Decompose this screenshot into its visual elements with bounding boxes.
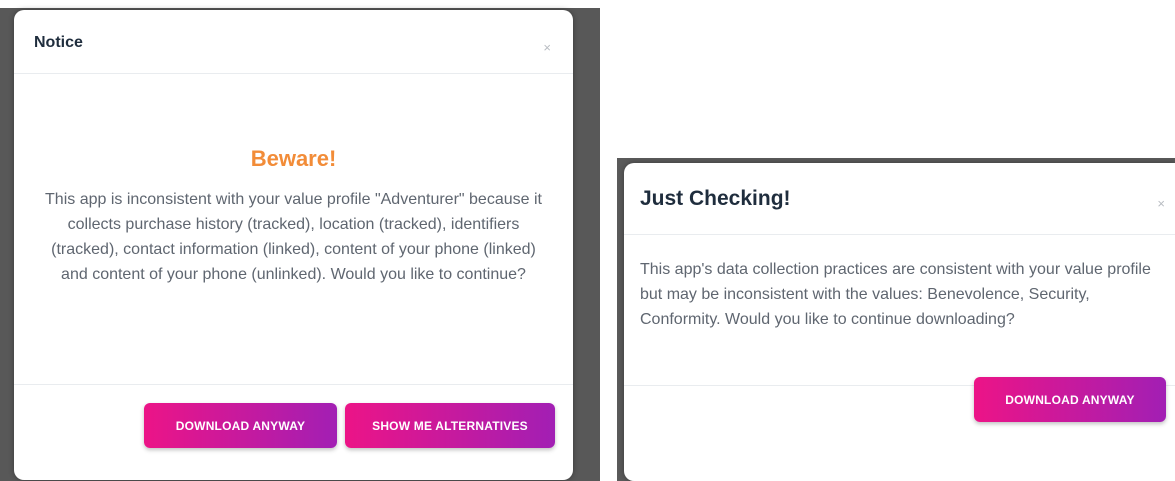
notice-dialog: Notice × Beware! This app is inconsisten… — [14, 10, 573, 480]
just-checking-dialog: Just Checking! × This app's data collect… — [624, 163, 1175, 481]
close-icon[interactable]: × — [543, 40, 551, 55]
show-alternatives-button[interactable]: SHOW ME ALTERNATIVES — [345, 403, 555, 448]
screenshot: Notice × Beware! This app is inconsisten… — [0, 0, 1175, 481]
just-checking-dialog-header: Just Checking! × — [624, 163, 1175, 235]
warning-heading: Beware! — [250, 146, 337, 171]
download-anyway-button[interactable]: DOWNLOAD ANYWAY — [974, 377, 1166, 422]
download-anyway-button[interactable]: DOWNLOAD ANYWAY — [144, 403, 337, 448]
notice-dialog-body: Beware! This app is inconsistent with yo… — [14, 74, 573, 385]
just-checking-dialog-body: This app's data collection practices are… — [624, 235, 1175, 386]
close-icon[interactable]: × — [1157, 196, 1165, 211]
notice-dialog-title: Notice — [34, 34, 83, 51]
notice-message: This app is inconsistent with your value… — [45, 191, 542, 283]
just-checking-message: This app's data collection practices are… — [640, 261, 1151, 328]
just-checking-dialog-title: Just Checking! — [640, 187, 791, 210]
notice-dialog-header: Notice × — [14, 10, 573, 74]
